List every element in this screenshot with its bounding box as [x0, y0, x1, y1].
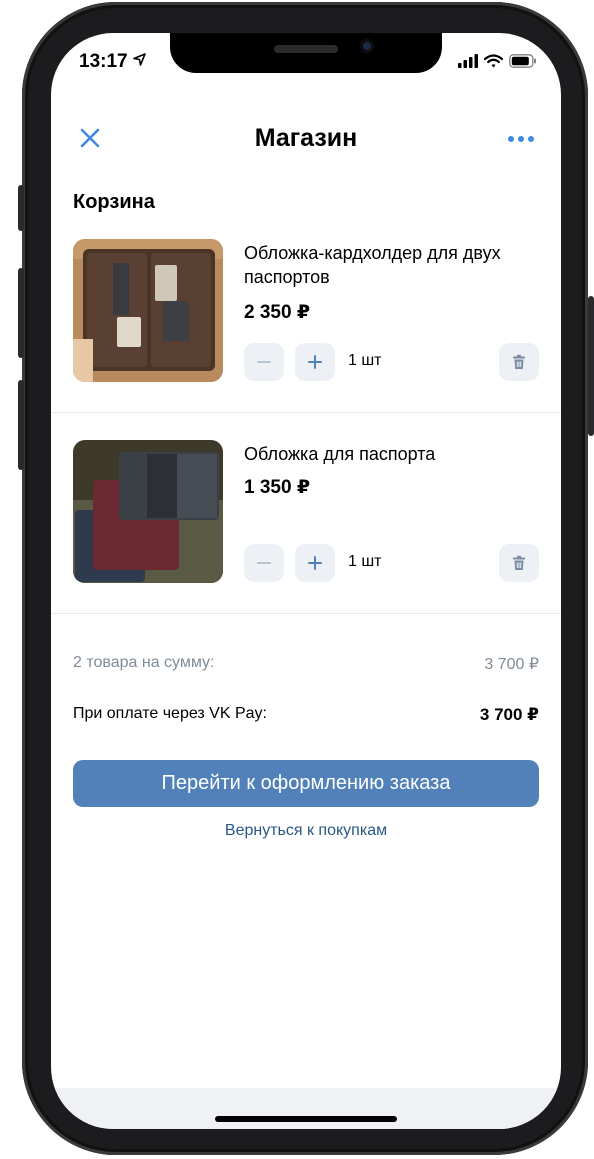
- divider: [51, 613, 561, 614]
- trash-icon: [513, 354, 525, 369]
- battery-icon: [509, 54, 536, 68]
- home-indicator[interactable]: [215, 1116, 397, 1122]
- notch: [170, 33, 442, 73]
- product-price: 2 350 ₽: [244, 302, 311, 323]
- plus-icon: [308, 355, 322, 369]
- speaker: [274, 45, 338, 53]
- app-header: Магазин: [51, 123, 561, 177]
- screen: 13:17 Магазин Корзина Обложка-кардхолдер…: [51, 33, 561, 1129]
- delete-item-button[interactable]: [499, 343, 539, 381]
- vkpay-total-label: При оплате через VK Pay:: [73, 705, 267, 722]
- side-button-mute: [18, 185, 24, 231]
- minus-icon: [257, 361, 271, 363]
- minus-icon: [257, 562, 271, 564]
- quantity-value: 1 шт: [348, 553, 382, 570]
- decrease-quantity-button[interactable]: [244, 544, 284, 582]
- side-button-volume-down: [18, 380, 24, 470]
- bottom-bar: [51, 1088, 561, 1129]
- location-arrow-icon: [133, 53, 146, 66]
- signal-icon: [458, 54, 478, 68]
- quantity-value: 1 шт: [348, 352, 382, 369]
- status-icons: [458, 53, 537, 69]
- checkout-button[interactable]: Перейти к оформлению заказа: [73, 760, 539, 807]
- side-button-power: [588, 296, 594, 436]
- plus-icon: [308, 556, 322, 570]
- product-image[interactable]: [73, 440, 223, 583]
- cart-item: Обложка-кардхолдер для двух паспортов 2 …: [51, 239, 561, 411]
- product-name[interactable]: Обложка для паспорта: [244, 442, 534, 466]
- delete-item-button[interactable]: [499, 544, 539, 582]
- back-to-shopping-link[interactable]: Вернуться к покупкам: [51, 822, 561, 840]
- items-total-row: 2 товара на сумму: 3 700 ₽: [73, 654, 539, 674]
- status-time: 13:17: [79, 51, 146, 73]
- cart-item: Обложка для паспорта 1 350 ₽ 1 шт: [51, 440, 561, 612]
- vkpay-total-value: 3 700 ₽: [479, 705, 539, 724]
- product-price: 1 350 ₽: [244, 477, 311, 498]
- product-image[interactable]: [73, 239, 223, 382]
- camera: [360, 39, 374, 53]
- items-total-label: 2 товара на сумму:: [73, 654, 215, 671]
- page-title: Магазин: [254, 124, 358, 152]
- items-total-value: 3 700 ₽: [484, 656, 539, 673]
- trash-icon: [513, 555, 525, 570]
- decrease-quantity-button[interactable]: [244, 343, 284, 381]
- vkpay-total-row: При оплате через VK Pay: 3 700 ₽: [73, 705, 539, 725]
- side-button-volume-up: [18, 268, 24, 358]
- divider: [51, 412, 561, 413]
- more-icon[interactable]: [507, 135, 535, 143]
- increase-quantity-button[interactable]: [295, 544, 335, 582]
- wifi-icon: [484, 54, 503, 68]
- product-name[interactable]: Обложка-кардхолдер для двух паспортов: [244, 241, 534, 289]
- cart-title: Корзина: [73, 191, 155, 213]
- increase-quantity-button[interactable]: [295, 343, 335, 381]
